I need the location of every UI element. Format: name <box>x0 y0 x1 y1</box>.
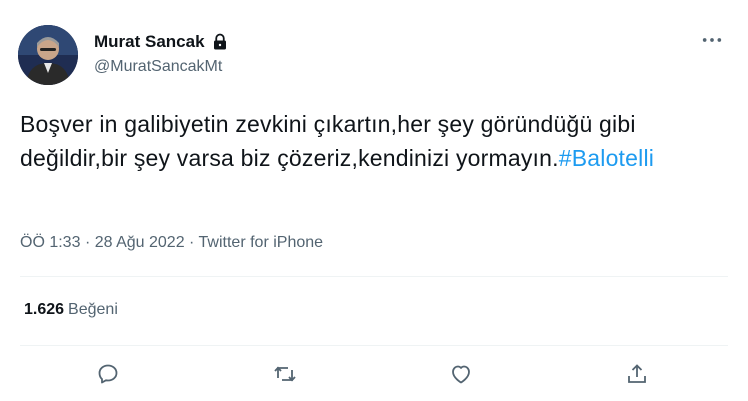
divider <box>20 345 728 346</box>
author-display-name[interactable]: Murat Sancak <box>94 32 205 52</box>
more-dots-icon <box>702 38 722 42</box>
retweet-icon <box>274 366 296 382</box>
share-icon <box>628 364 646 383</box>
tweet-date[interactable]: 28 Ağu 2022 <box>95 234 185 251</box>
author-name-row: Murat Sancak <box>94 32 229 52</box>
meta-separator: · <box>189 234 195 251</box>
tweet-text: Boşver in galibiyetin zevkini çıkartın,h… <box>20 107 740 175</box>
share-button[interactable] <box>622 359 652 389</box>
lock-icon <box>211 33 229 51</box>
more-options-button[interactable] <box>698 30 726 50</box>
tweet-card: Murat Sancak @MuratSancakMt Boşver in ga… <box>0 0 748 401</box>
tweet-source[interactable]: Twitter for iPhone <box>199 234 324 251</box>
retweet-button[interactable] <box>270 359 300 389</box>
reply-button[interactable] <box>93 359 123 389</box>
hashtag-link[interactable]: #Balotelli <box>559 145 654 171</box>
author-handle[interactable]: @MuratSancakMt <box>94 58 222 76</box>
likes-summary[interactable]: 1.626 Beğeni <box>24 301 118 319</box>
avatar-image <box>18 25 78 85</box>
heart-icon <box>452 365 470 384</box>
tweet-text-body: Boşver in galibiyetin zevkini çıkartın,h… <box>20 111 636 171</box>
avatar[interactable] <box>18 25 78 85</box>
reply-icon <box>98 364 118 384</box>
likes-count: 1.626 <box>24 301 65 318</box>
likes-label: Beğeni <box>68 301 118 318</box>
meta-separator: · <box>84 234 91 251</box>
tweet-meta: ÖÖ 1:33 · 28 Ağu 2022 · Twitter for iPho… <box>20 234 323 252</box>
tweet-time[interactable]: ÖÖ 1:33 <box>20 234 80 251</box>
divider <box>20 276 728 277</box>
action-bar <box>0 355 748 391</box>
like-button[interactable] <box>446 359 476 389</box>
